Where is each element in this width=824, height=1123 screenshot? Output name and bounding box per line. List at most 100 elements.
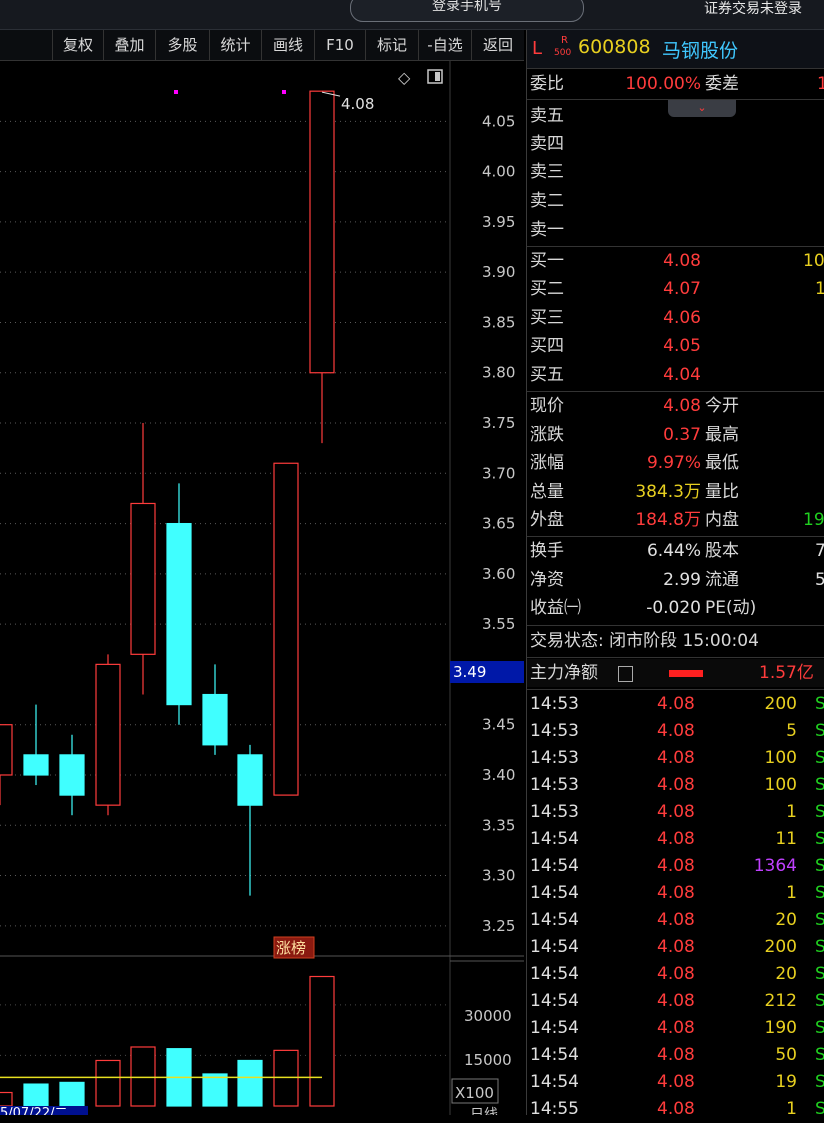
bid-volume: 1 [815, 279, 824, 299]
volume-bar [0, 1091, 13, 1107]
f10-button[interactable]: F10 [314, 30, 365, 60]
trade-login-status[interactable]: 证券交易未登录 [704, 0, 802, 18]
main-flow-label: 主力净额 [530, 663, 598, 683]
stat-label: 内盘 [705, 510, 739, 530]
event-marker[interactable] [282, 90, 286, 94]
tick-time: 14:53 [530, 802, 579, 822]
volume-bar [59, 1081, 85, 1107]
kline-chart-area[interactable]: 4.05 4.00 3.95 3.90 3.85 3.80 3.75 3.70 3.65 3.60… [0, 61, 524, 1123]
stat-value: 7 [815, 541, 824, 561]
tick-side: S [815, 1072, 824, 1092]
r-sub: 500 [554, 48, 572, 58]
price-tick-label: 4.00 [482, 163, 515, 181]
diamond-icon[interactable]: ◇ [398, 68, 411, 87]
tick-price: 4.08 [657, 1018, 695, 1038]
price-tick-label: 3.75 [482, 414, 515, 432]
kline-chart[interactable]: 4.05 4.00 3.95 3.90 3.85 3.80 3.75 3.70 3.65 3.60… [0, 61, 524, 1123]
bid-price: 4.07 [663, 279, 701, 299]
main-flow-row[interactable]: 主力净额 1.57亿 [527, 659, 824, 687]
stock-name[interactable]: 马钢股份 [662, 36, 738, 63]
bid-label: 买四 [530, 336, 564, 356]
ask-label: 卖三 [530, 162, 564, 182]
tick-volume: 212 [764, 991, 797, 1011]
bid-row[interactable]: 买一 4.08 10 [527, 247, 824, 275]
price-tick-label: 3.85 [482, 313, 515, 331]
market-flag: L [532, 38, 543, 59]
event-marker[interactable] [174, 90, 178, 94]
tick-volume: 19 [775, 1072, 797, 1092]
stock-code[interactable]: 600808 [578, 36, 651, 58]
tick-row: 14:54 4.08 20 S [527, 907, 824, 934]
stat-value: 4.08 [663, 396, 701, 416]
bid-row[interactable]: 买三 4.06 [527, 304, 824, 332]
price-tick-label: 3.55 [482, 615, 515, 633]
tick-row: 14:54 4.08 190 S [527, 1015, 824, 1042]
list-icon[interactable] [618, 666, 633, 682]
bid-row[interactable]: 买四 4.05 [527, 332, 824, 360]
price-tick-label: 3.80 [482, 364, 515, 382]
stat-label: 收益㈠ [530, 598, 581, 618]
tick-price: 4.08 [657, 721, 695, 741]
back-button[interactable]: 返回 [471, 30, 524, 60]
candle-up [0, 724, 13, 776]
trade-state-row: 交易状态: 闭市阶段 15:00:04 [527, 627, 824, 655]
stat-row: 涨跌 0.37 最高 [527, 421, 824, 449]
tick-volume: 50 [775, 1045, 797, 1065]
stat-label: 总量 [530, 482, 564, 502]
login-phone-button[interactable]: 登录手机号 [350, 0, 584, 22]
ask-row[interactable]: 卖四 [527, 130, 824, 158]
draw-line-button[interactable]: 画线 [261, 30, 314, 60]
ask-row[interactable]: 卖二 [527, 187, 824, 215]
price-tick-label: 4.05 [482, 112, 515, 130]
tick-side: S [815, 883, 824, 903]
mark-button[interactable]: 标记 [365, 30, 418, 60]
stat-value: 0.37 [663, 425, 701, 445]
tick-price: 4.08 [657, 910, 695, 930]
candle-down [23, 754, 49, 776]
tick-side: S [815, 775, 824, 795]
high-price-label: 4.08 [341, 95, 374, 113]
multi-stock-button[interactable]: 多股 [155, 30, 209, 60]
ask-row[interactable]: 卖三 [527, 158, 824, 186]
current-price-tag: 3.49 [453, 663, 486, 681]
candle-down [237, 754, 263, 806]
tick-row: 14:54 4.08 1364 S [527, 853, 824, 880]
tick-time: 14:53 [530, 775, 579, 795]
tick-volume: 1 [786, 883, 797, 903]
tick-time: 14:54 [530, 829, 579, 849]
tick-row: 14:54 4.08 1 S [527, 880, 824, 907]
ask-row[interactable]: 卖一 [527, 216, 824, 244]
stat-label: 涨幅 [530, 453, 564, 473]
candle-up [95, 663, 121, 806]
chart-grid [0, 120, 450, 927]
bid-row[interactable]: 买二 4.07 1 [527, 275, 824, 303]
tick-row: 14:54 4.08 20 S [527, 961, 824, 988]
ask-row[interactable]: 卖五 [527, 102, 824, 130]
weicha-value: 1 [817, 74, 824, 94]
stat-label: 最低 [705, 453, 739, 473]
tick-time: 14:54 [530, 910, 579, 930]
weibi-row: 委比 100.00% 委差 1 [527, 70, 824, 98]
bid-label: 买三 [530, 308, 564, 328]
statistics-button[interactable]: 统计 [209, 30, 261, 60]
stat-value: 5 [815, 570, 824, 590]
overlay-button[interactable]: 叠加 [103, 30, 155, 60]
tick-row: 14:53 4.08 5 S [527, 718, 824, 745]
bid-row[interactable]: 买五 4.04 [527, 361, 824, 389]
tick-time: 14:54 [530, 1072, 579, 1092]
stat-value: 2.99 [663, 570, 701, 590]
tick-volume: 20 [775, 910, 797, 930]
tick-price: 4.08 [657, 991, 695, 1011]
stat2-row: 换手 6.44% 股本 7 [527, 537, 824, 565]
adjust-button[interactable]: 复权 [52, 30, 103, 60]
stat-label: 现价 [530, 396, 564, 416]
ask-label: 卖二 [530, 191, 564, 211]
period-label[interactable]: 日线 [470, 1107, 498, 1123]
stat-label: 换手 [530, 541, 564, 561]
remove-watchlist-button[interactable]: -自选 [418, 30, 471, 60]
tick-side: S [815, 937, 824, 957]
tick-time: 14:54 [530, 937, 579, 957]
bid-price: 4.06 [663, 308, 701, 328]
stock-header: L R 500 600808 马钢股份 [527, 30, 824, 69]
tick-volume: 100 [764, 748, 797, 768]
